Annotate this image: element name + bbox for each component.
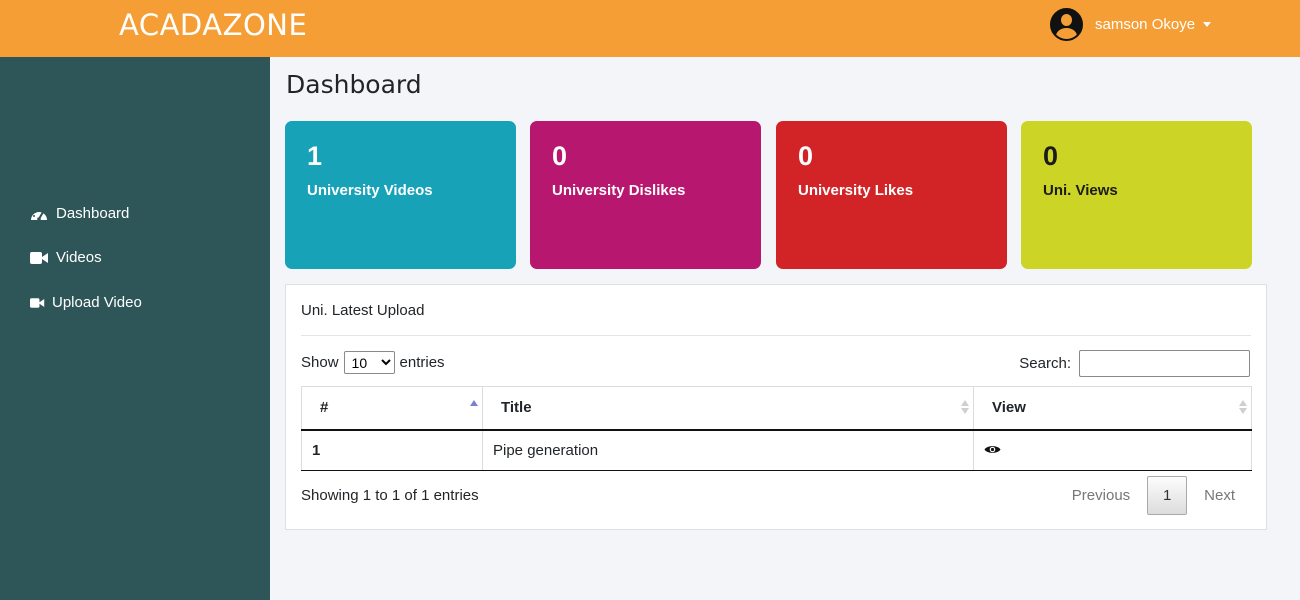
pagination: Previous 1 Next (1057, 476, 1250, 515)
table-row: 1 Pipe generation (301, 429, 1252, 471)
search-label: Search: (1019, 355, 1071, 372)
sidebar-item-label: Videos (56, 249, 102, 266)
sort-icon (1239, 400, 1247, 416)
video-camera-icon (30, 251, 49, 265)
sidebar-item-label: Upload Video (52, 294, 142, 311)
next-page-button[interactable]: Next (1189, 487, 1250, 504)
stat-card-views: 0 Uni. Views (1021, 121, 1252, 269)
stat-card-videos: 1 University Videos (285, 121, 516, 269)
search-control: Search: (1019, 350, 1250, 377)
avatar-icon (1050, 7, 1083, 41)
divider (301, 335, 1251, 336)
speedometer-icon (30, 207, 49, 221)
chevron-down-icon (1203, 21, 1212, 27)
row-number: 1 (301, 429, 483, 471)
stat-value: 0 (552, 141, 568, 171)
stat-label: University Videos (307, 182, 433, 199)
stat-label: University Likes (798, 182, 914, 199)
user-menu[interactable]: samson Okoye (1050, 7, 1212, 41)
brand-logo[interactable]: ACADAZONE (119, 8, 307, 42)
sidebar-item-label: Dashboard (56, 205, 130, 222)
sort-ascending-icon (470, 400, 478, 416)
stat-label: Uni. Views (1043, 182, 1118, 199)
stat-value: 1 (307, 141, 323, 171)
show-label: Show (301, 354, 339, 371)
sidebar-item-upload-video[interactable]: Upload Video (30, 294, 142, 311)
search-input[interactable] (1079, 350, 1250, 377)
stat-value: 0 (1043, 141, 1059, 171)
username: samson Okoye (1095, 15, 1196, 33)
latest-upload-panel: Uni. Latest Upload Show 10 entries Searc… (285, 284, 1267, 530)
video-camera-icon (30, 296, 45, 310)
column-header-number[interactable]: # (301, 386, 483, 431)
table-info: Showing 1 to 1 of 1 entries (301, 487, 479, 504)
top-bar: ACADAZONE samson Okoye (0, 0, 1300, 57)
column-header-view[interactable]: View (973, 386, 1252, 431)
row-view-cell (973, 429, 1252, 471)
entries-length-control: Show 10 entries (301, 351, 445, 374)
uploads-table: # Title View 1 Pipe generation (301, 386, 1252, 471)
sidebar-item-videos[interactable]: Videos (30, 249, 102, 266)
eye-icon[interactable] (984, 442, 1001, 459)
sidebar-item-dashboard[interactable]: Dashboard (30, 205, 129, 222)
stat-label: University Dislikes (552, 182, 686, 199)
column-header-title[interactable]: Title (482, 386, 974, 431)
page-title: Dashboard (286, 70, 422, 99)
stat-value: 0 (798, 141, 814, 171)
entries-label: entries (399, 354, 445, 371)
panel-title: Uni. Latest Upload (301, 302, 425, 319)
previous-page-button[interactable]: Previous (1057, 487, 1145, 504)
stat-card-dislikes: 0 University Dislikes (530, 121, 761, 269)
sidebar: Dashboard Videos Upload Video (0, 57, 270, 600)
stat-card-likes: 0 University Likes (776, 121, 1007, 269)
page-1-button[interactable]: 1 (1147, 476, 1188, 515)
row-title: Pipe generation (482, 429, 974, 471)
entries-select[interactable]: 10 (343, 351, 395, 374)
sort-icon (961, 400, 969, 416)
